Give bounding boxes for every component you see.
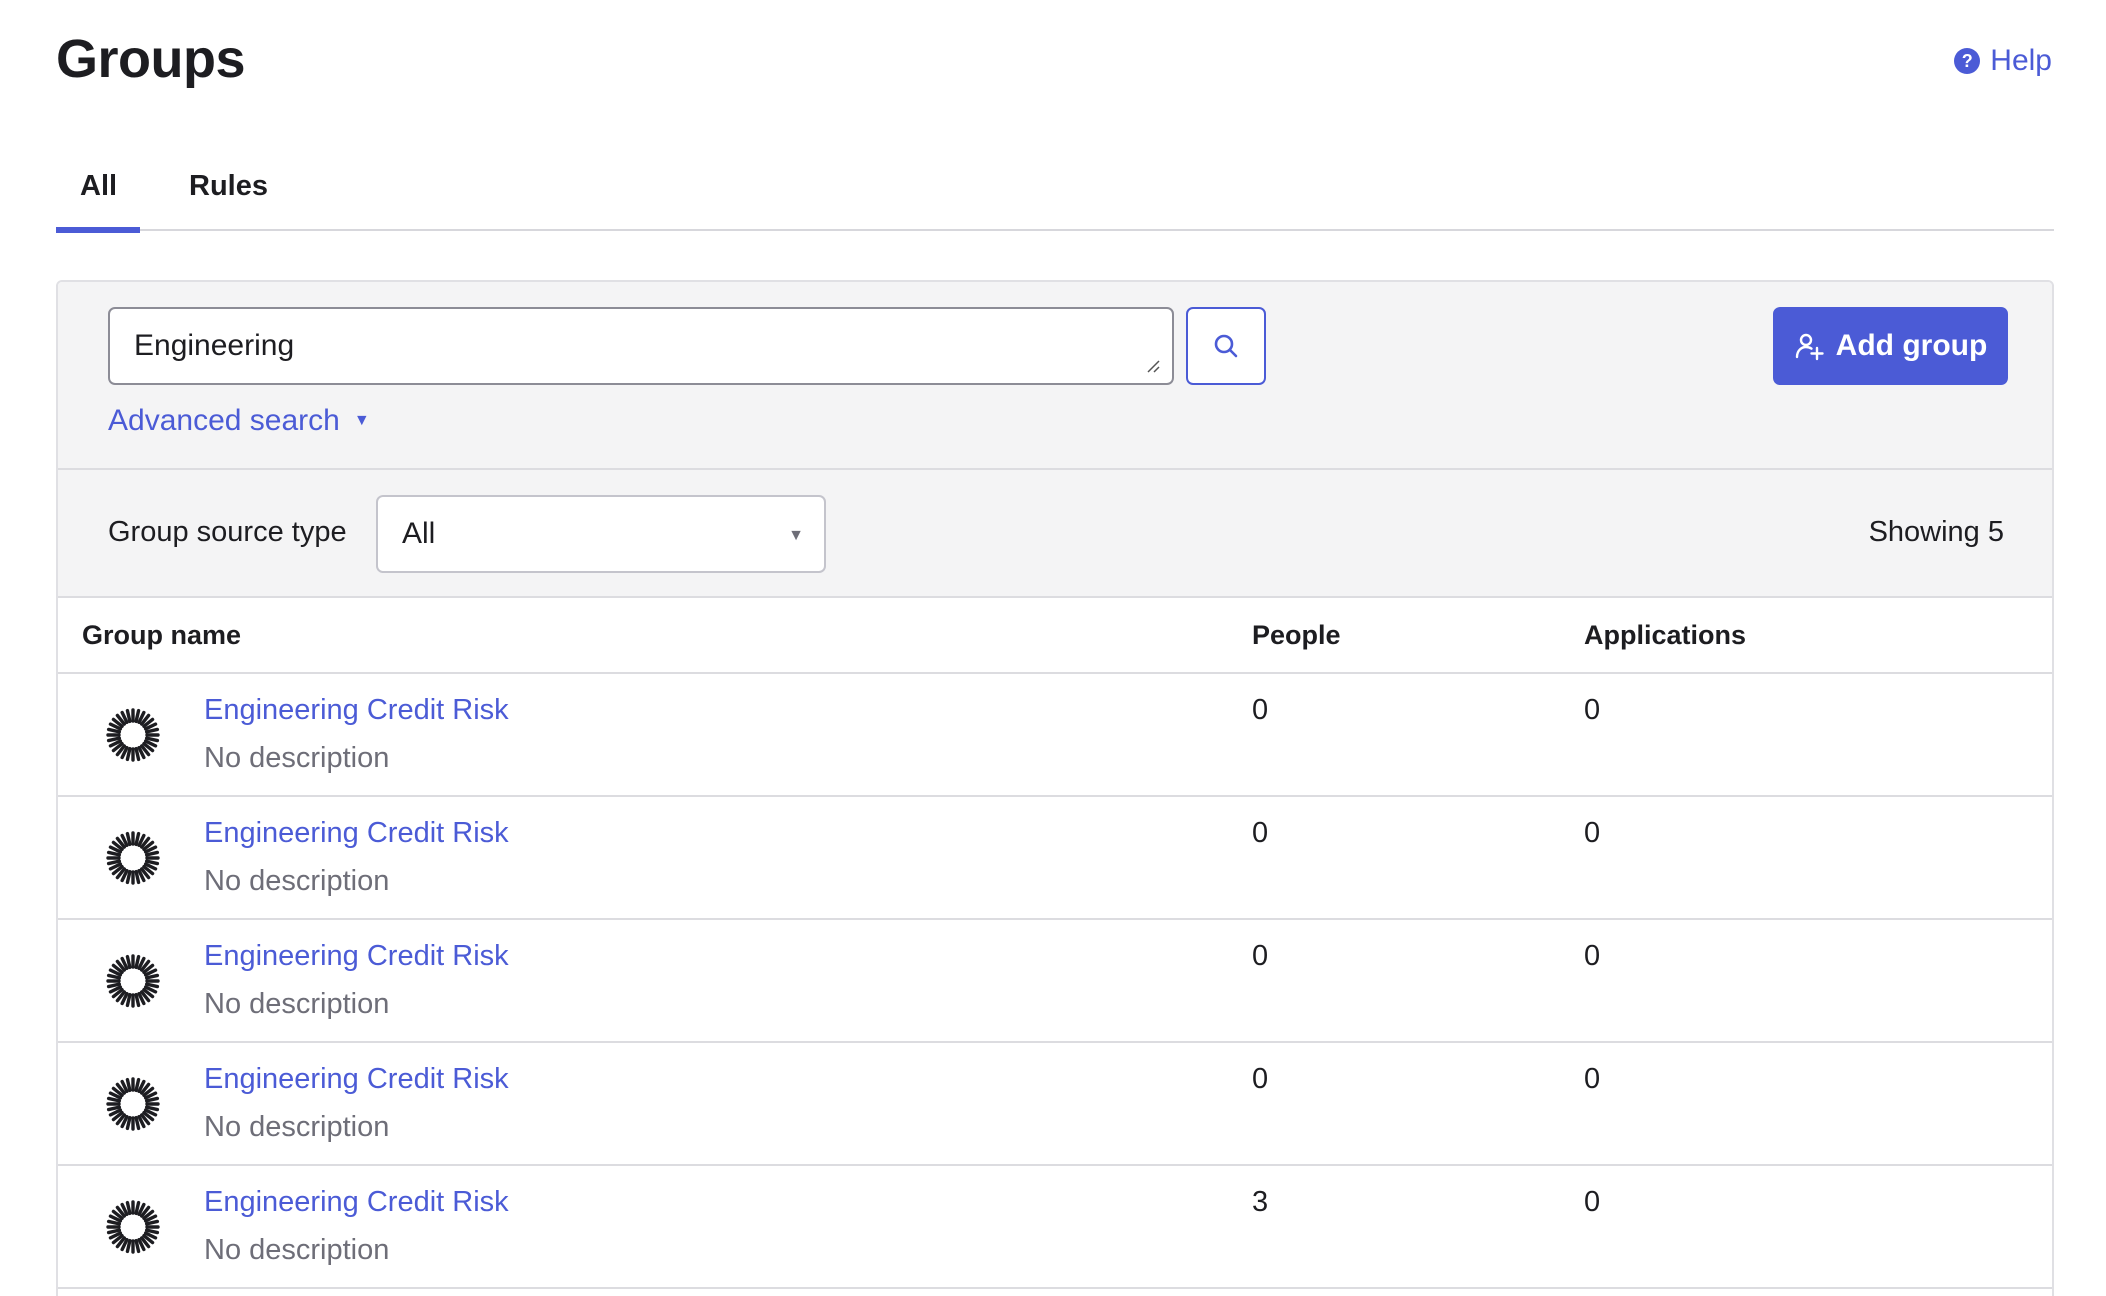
column-header-applications: Applications [1584,620,1747,650]
group-description: No description [204,1111,390,1143]
people-count: 3 [1252,1186,1269,1218]
group-source-type-select[interactable]: All ▼ [376,495,826,573]
applications-count: 0 [1584,817,1601,849]
tab-all[interactable]: All [56,150,140,233]
group-sunburst-icon [106,954,160,1008]
result-count: Showing 5 [1868,516,2004,548]
table-row: Engineering Credit Risk No description 0… [58,797,2052,920]
add-group-label: Add group [1835,329,1988,362]
caret-down-icon: ▼ [788,527,804,544]
filter-area: Group source type All ▼ Showing 5 [58,470,2052,598]
tab-bar: All Rules [56,150,2054,233]
table-row: Engineering Credit Risk No description 0… [58,674,2052,797]
people-count: 0 [1252,940,1269,972]
search-input[interactable]: Engineering [108,307,1174,385]
caret-down-icon: ▼ [353,412,370,429]
table-row: Engineering Credit Risk No description 3… [58,1166,2052,1289]
page-title: Groups [56,29,246,89]
group-name-link[interactable]: Engineering Credit Risk [204,694,509,727]
group-description: No description [204,742,390,774]
applications-count: 0 [1584,940,1601,972]
column-header-people: People [1252,620,1341,650]
group-name-link[interactable]: Engineering Credit Risk [204,1186,509,1219]
resize-grip-icon[interactable] [1144,357,1160,373]
groups-page: Groups ? Help All Rules Engineering Adva… [0,0,2106,1296]
group-sunburst-icon [106,1077,160,1131]
add-user-icon [1795,333,1824,361]
group-sunburst-icon [106,708,160,762]
table-header: Group name People Applications [58,598,2052,674]
groups-table-body: Engineering Credit Risk No description 0… [58,674,2052,1289]
group-description: No description [204,865,390,897]
advanced-search-toggle[interactable]: Advanced search ▼ [108,404,370,438]
advanced-search-label: Advanced search [108,404,340,437]
column-header-group-name: Group name [82,620,242,650]
people-count: 0 [1252,694,1269,726]
group-sunburst-icon [106,1200,160,1254]
people-count: 0 [1252,817,1269,849]
group-sunburst-icon [106,831,160,885]
group-name-link[interactable]: Engineering Credit Risk [204,817,509,850]
search-input-value: Engineering [134,329,295,362]
people-count: 0 [1252,1063,1269,1095]
help-label: Help [1990,44,2052,77]
add-group-button[interactable]: Add group [1773,307,2008,385]
search-button[interactable] [1186,307,1266,385]
table-row: Engineering Credit Risk No description 0… [58,1043,2052,1166]
group-name-link[interactable]: Engineering Credit Risk [204,940,509,973]
question-circle-icon: ? [1954,48,1981,74]
help-link[interactable]: ? Help [1954,44,2052,78]
applications-count: 0 [1584,1063,1601,1095]
group-name-link[interactable]: Engineering Credit Risk [204,1063,509,1096]
group-description: No description [204,1234,390,1266]
tab-rules[interactable]: Rules [163,150,294,231]
group-description: No description [204,988,390,1020]
groups-panel: Engineering Advanced search ▼ Add group … [56,280,2054,1296]
table-row: Engineering Credit Risk No description 0… [58,920,2052,1043]
applications-count: 0 [1584,1186,1601,1218]
search-icon [1214,334,1238,358]
applications-count: 0 [1584,694,1601,726]
search-area: Engineering Advanced search ▼ Add group [58,282,2052,470]
group-source-type-label: Group source type [108,516,347,548]
group-source-type-value: All [402,517,436,550]
